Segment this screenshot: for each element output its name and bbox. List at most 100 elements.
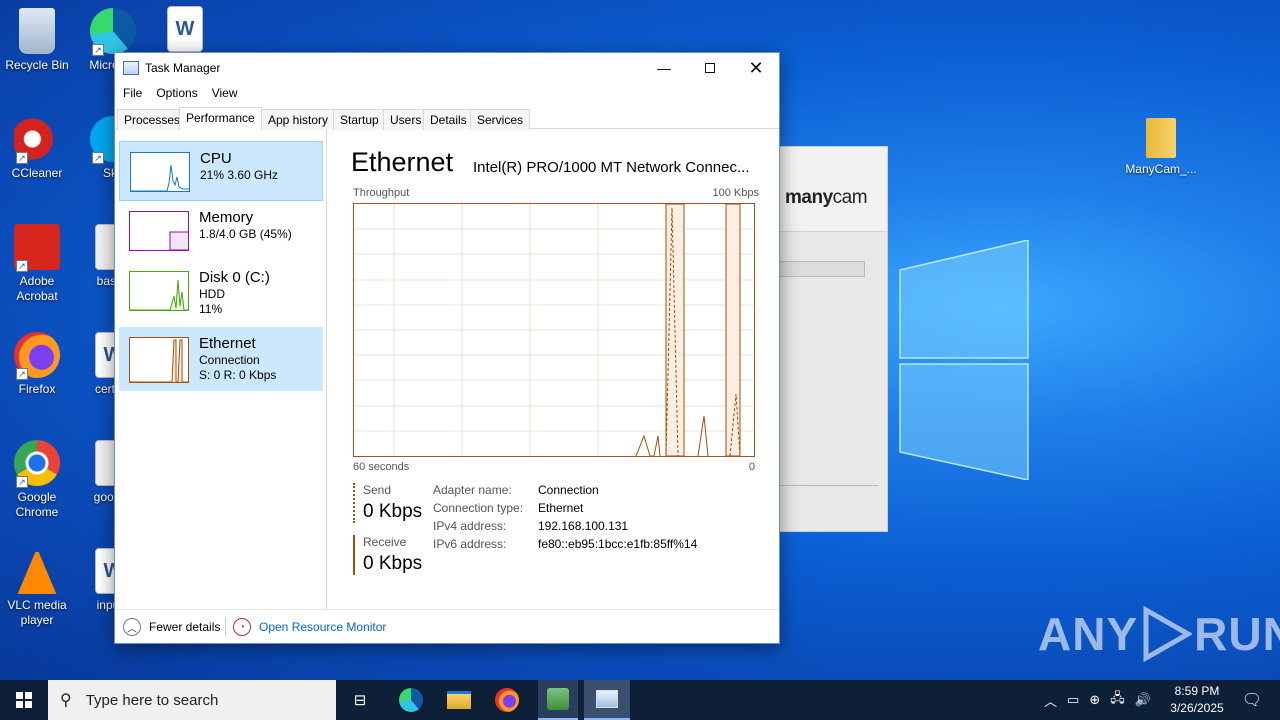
taskbar-search-box[interactable]: ⚲ Type here to search <box>48 680 336 720</box>
desktop-icon-label: Google Chrome <box>15 490 59 519</box>
menu-file[interactable]: File <box>123 86 142 100</box>
tablet-icon[interactable]: ▭ <box>1067 692 1079 708</box>
tab-users[interactable]: Users <box>383 109 429 130</box>
manycam-window[interactable]: manycam <box>778 146 888 532</box>
property-value: 192.168.100.131 <box>538 519 629 533</box>
footer-bar: ︿ Fewer details ◔ Open Resource Monitor <box>115 609 779 643</box>
send-stat: Send 0 Kbps <box>353 483 422 523</box>
window-title: Task Manager <box>145 61 221 75</box>
menu-options[interactable]: Options <box>156 86 197 100</box>
time-span-label: 60 seconds <box>353 461 410 473</box>
desktop-icon-vlc[interactable]: VLC media player <box>0 548 74 628</box>
fewer-details-label: Fewer details <box>149 620 221 634</box>
taskbar-clock[interactable]: 8:59 PM 3/26/2025 <box>1160 683 1234 717</box>
fewer-details-button[interactable]: ︿ Fewer details <box>123 618 220 636</box>
sidebar-item-disk[interactable]: Disk 0 (C:) HDD 11% <box>119 261 323 321</box>
tab-processes[interactable]: Processes <box>117 109 188 130</box>
ccleaner-icon: ↗ <box>14 116 60 164</box>
tab-app-history[interactable]: App history <box>261 109 336 130</box>
ethernet-thumbnail-graph <box>129 337 189 383</box>
tab-performance[interactable]: Performance <box>179 107 262 130</box>
sidebar-item-detail: 21% 3.60 GHz <box>200 168 279 182</box>
sidebar-item-cpu[interactable]: CPU 21% 3.60 GHz <box>119 141 323 201</box>
folder-icon <box>1146 118 1176 158</box>
close-button[interactable]: ✕ <box>733 53 779 83</box>
adobe-acrobat-icon: ↗ <box>14 224 60 272</box>
network-icon[interactable]: 🖧 <box>1110 689 1125 711</box>
chrome-icon: ↗ <box>14 440 60 488</box>
start-button[interactable] <box>0 680 48 720</box>
shortcut-arrow-icon: ↗ <box>16 152 28 164</box>
resource-monitor-label: Open Resource Monitor <box>259 620 387 634</box>
property-row: IPv4 address: 192.168.100.131 <box>433 519 763 537</box>
anyrun-watermark: ANY RUN <box>1038 606 1280 662</box>
sidebar-item-detail: 1.8/4.0 GB (45%) <box>199 227 292 241</box>
sidebar-item-detail: HDD <box>199 287 225 301</box>
vlc-icon <box>17 548 57 594</box>
desktop-icon-label: Firefox <box>18 382 56 396</box>
search-placeholder: Type here to search <box>85 691 219 709</box>
desktop-icon-word-doc[interactable]: W <box>148 6 222 56</box>
performance-sidebar: CPU 21% 3.60 GHz Memory 1.8/4.0 GB (45%)… <box>115 129 327 609</box>
send-value: 0 Kbps <box>363 501 423 522</box>
property-row: Connection type: Ethernet <box>433 501 763 519</box>
throughput-graph <box>353 203 755 457</box>
desktop-icon-ccleaner[interactable]: ↗ CCleaner <box>0 116 74 181</box>
sidebar-item-ethernet[interactable]: Ethernet Connection S: 0 R: 0 Kbps <box>119 327 323 391</box>
desktop-icon-adobe-acrobat[interactable]: ↗ Adobe Acrobat <box>0 224 74 304</box>
sidebar-item-memory[interactable]: Memory 1.8/4.0 GB (45%) <box>119 201 323 261</box>
device-icon[interactable]: ⊕ <box>1089 692 1100 708</box>
clock-date: 3/26/2025 <box>1170 701 1224 715</box>
maximize-button[interactable] <box>687 53 733 83</box>
taskbar-task-manager[interactable] <box>584 680 630 720</box>
tab-services[interactable]: Services <box>470 109 531 130</box>
word-doc-icon: W <box>167 6 203 52</box>
desktop-icon-recycle-bin[interactable]: Recycle Bin <box>0 8 74 73</box>
windows-start-icon <box>16 692 32 708</box>
receive-stat: Receive 0 Kbps <box>353 535 422 575</box>
property-key: IPv6 address: <box>433 537 507 551</box>
property-key: Connection type: <box>433 501 524 515</box>
disk-thumbnail-graph <box>129 271 189 311</box>
app-icon <box>547 688 569 710</box>
desktop-icon-google-chrome[interactable]: ↗ Google Chrome <box>0 440 74 520</box>
recycle-bin-icon <box>19 8 55 54</box>
taskbar-firefox[interactable] <box>486 680 528 720</box>
adapter-properties: Adapter name: Connection Connection type:… <box>433 483 763 555</box>
windows-logo-wallpaper <box>899 240 1029 480</box>
task-manager-window[interactable]: Task Manager — ✕ File Options View Proce… <box>114 52 780 644</box>
sidebar-item-title: Disk 0 (C:) <box>199 269 270 286</box>
taskbar-file-explorer[interactable] <box>438 680 480 720</box>
sidebar-item-title: CPU <box>200 150 232 167</box>
minimize-button[interactable]: — <box>641 53 687 83</box>
manycam-logo: manycam <box>785 187 868 208</box>
manycam-divider <box>779 485 879 486</box>
notification-center-button[interactable]: 🗨 <box>1232 680 1272 720</box>
sidebar-item-detail: 11% <box>199 302 223 316</box>
shortcut-arrow-icon: ↗ <box>16 260 28 272</box>
receive-label: Receive <box>363 535 407 549</box>
notification-icon: 🗨 <box>1241 692 1263 709</box>
taskbar-app-active[interactable] <box>538 680 578 720</box>
firefox-icon: ↗ <box>14 332 60 380</box>
taskbar-edge[interactable] <box>390 680 432 720</box>
sidebar-item-title: Ethernet <box>199 335 256 352</box>
volume-icon[interactable]: 🔊 <box>1135 692 1151 708</box>
menu-view[interactable]: View <box>212 86 238 100</box>
property-row: IPv6 address: fe80::eb95:1bcc:e1fb:85ff%1… <box>433 537 763 555</box>
send-label: Send <box>363 483 392 497</box>
title-bar[interactable]: Task Manager — ✕ <box>115 53 779 83</box>
taskbar: ⚲ Type here to search ⊟ ︿ ▭ ⊕ 🖧 🔊 8:59 P… <box>0 680 1280 720</box>
edge-icon <box>399 688 423 712</box>
receive-value: 0 Kbps <box>363 553 423 574</box>
task-manager-icon <box>123 61 139 75</box>
task-view-button[interactable]: ⊟ <box>340 680 380 720</box>
desktop-icon-firefox[interactable]: ↗ Firefox <box>0 332 74 397</box>
tab-details[interactable]: Details <box>423 109 474 130</box>
tab-startup[interactable]: Startup <box>333 109 386 130</box>
tab-bar: Processes Performance App history Startu… <box>115 107 779 130</box>
desktop-icon-manycam-folder[interactable]: ManyCam_... <box>1124 118 1198 177</box>
task-manager-icon <box>596 690 618 708</box>
open-resource-monitor-link[interactable]: ◔ Open Resource Monitor <box>233 618 386 636</box>
chevron-up-icon[interactable]: ︿ <box>1044 691 1057 710</box>
